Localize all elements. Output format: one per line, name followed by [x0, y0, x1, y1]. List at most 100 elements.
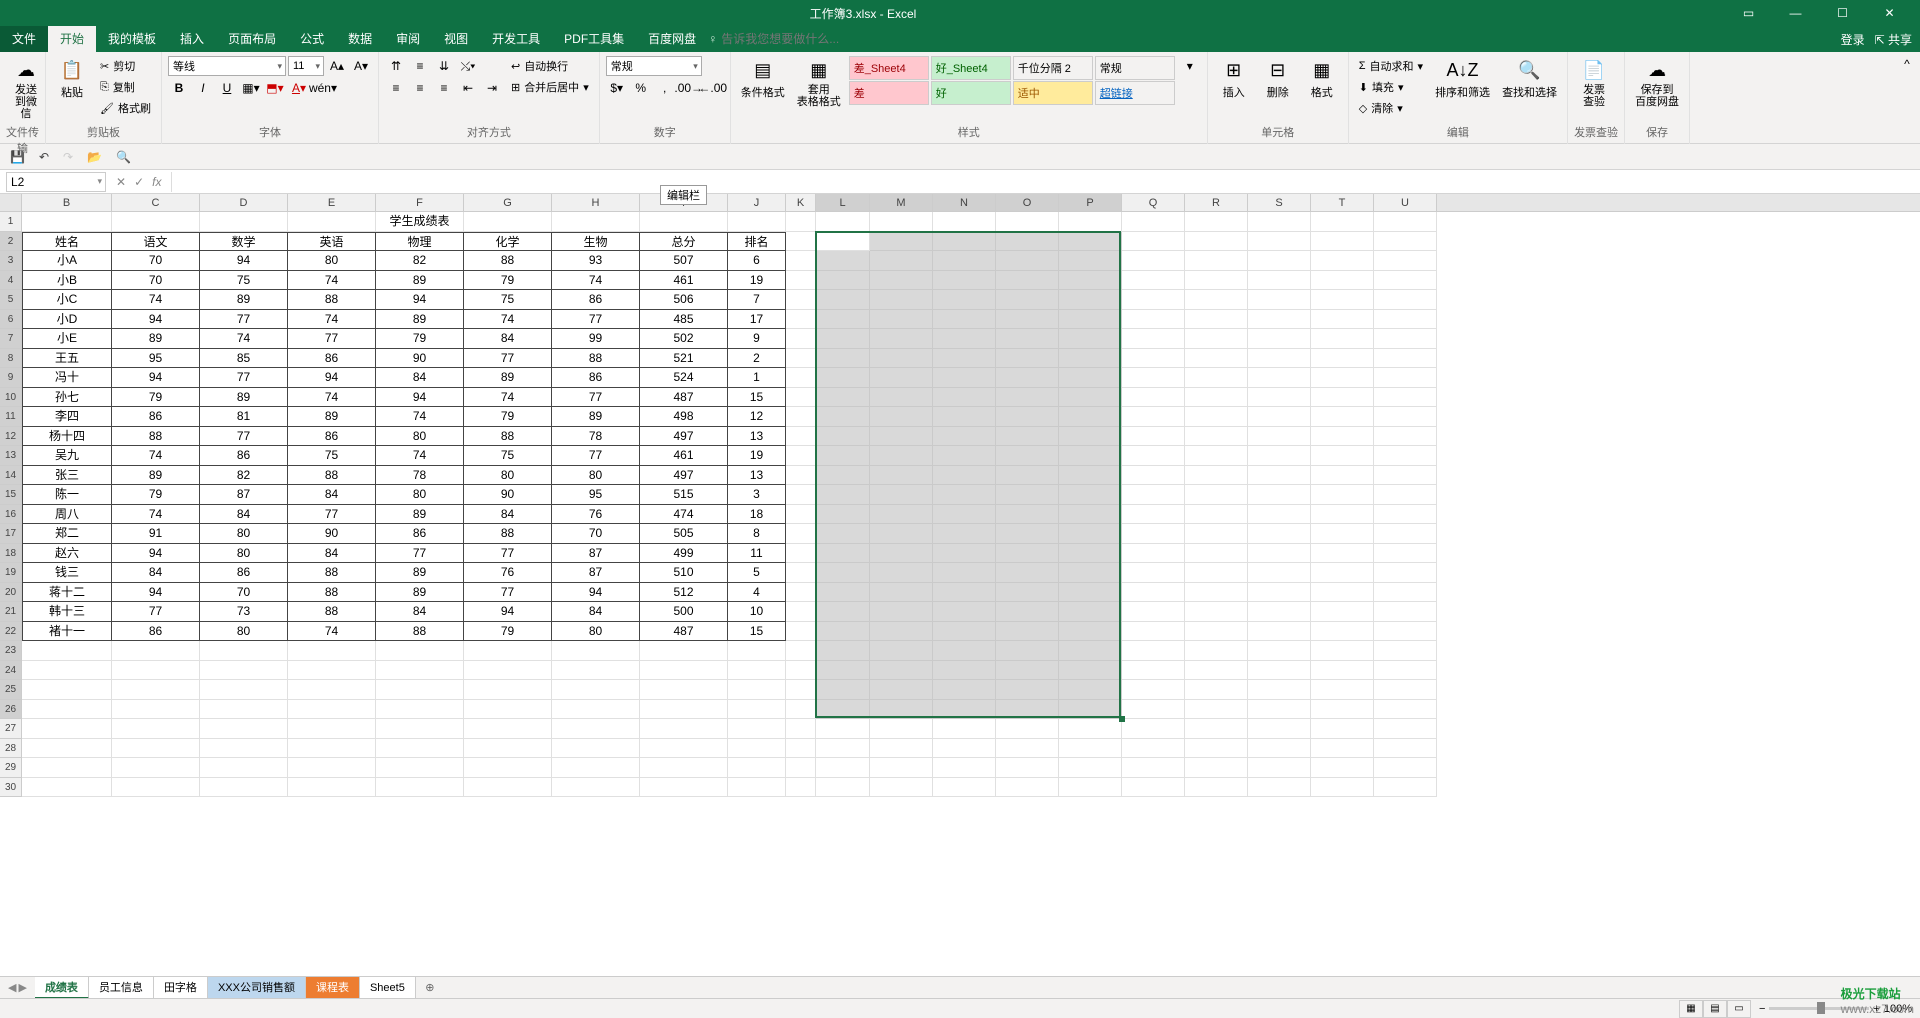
- number-format-combo[interactable]: 常规: [606, 56, 702, 76]
- cell[interactable]: [1248, 680, 1311, 700]
- format-cells-button[interactable]: ▦格式: [1302, 56, 1342, 102]
- cell[interactable]: 86: [200, 446, 288, 466]
- cell[interactable]: [1374, 622, 1437, 642]
- cell[interactable]: 79: [376, 329, 464, 349]
- cell[interactable]: 77: [552, 310, 640, 330]
- cell[interactable]: 88: [288, 466, 376, 486]
- row-header-30[interactable]: 30: [0, 778, 22, 798]
- tab-layout[interactable]: 页面布局: [216, 26, 288, 52]
- find-select-button[interactable]: 🔍查找和选择: [1498, 56, 1561, 102]
- cell[interactable]: [1311, 719, 1374, 739]
- cell[interactable]: [933, 271, 996, 291]
- cell[interactable]: [1185, 758, 1248, 778]
- format-painter-button[interactable]: 🖌格式刷: [96, 98, 155, 118]
- redo-button[interactable]: ↷: [63, 150, 73, 164]
- cell[interactable]: [816, 329, 870, 349]
- cell[interactable]: 94: [464, 602, 552, 622]
- cell[interactable]: [1059, 349, 1122, 369]
- cell[interactable]: 89: [376, 271, 464, 291]
- cell[interactable]: [1122, 739, 1185, 759]
- cell[interactable]: [996, 349, 1059, 369]
- style-normal[interactable]: 常规: [1095, 56, 1175, 80]
- cell[interactable]: [1248, 232, 1311, 252]
- cell[interactable]: [376, 778, 464, 798]
- cell[interactable]: [996, 310, 1059, 330]
- cell[interactable]: [288, 661, 376, 681]
- cell[interactable]: [1311, 349, 1374, 369]
- cell[interactable]: [786, 232, 816, 252]
- cell[interactable]: [1374, 271, 1437, 291]
- cell[interactable]: [1311, 758, 1374, 778]
- normal-view-button[interactable]: ▦: [1679, 1000, 1703, 1018]
- select-all-corner[interactable]: [0, 194, 22, 211]
- cell[interactable]: [870, 212, 933, 232]
- cell[interactable]: 韩十三: [22, 602, 112, 622]
- cell[interactable]: [288, 719, 376, 739]
- cell[interactable]: [22, 680, 112, 700]
- cell[interactable]: [464, 758, 552, 778]
- cell[interactable]: [112, 680, 200, 700]
- ribbon-options-icon[interactable]: ▭: [1726, 0, 1771, 26]
- cell[interactable]: [200, 758, 288, 778]
- row-header-18[interactable]: 18: [0, 544, 22, 564]
- tab-review[interactable]: 审阅: [384, 26, 432, 52]
- cell[interactable]: 70: [112, 271, 200, 291]
- cell[interactable]: 74: [376, 446, 464, 466]
- cell[interactable]: 19: [728, 271, 786, 291]
- cell[interactable]: 85: [200, 349, 288, 369]
- cell[interactable]: [1185, 349, 1248, 369]
- cell[interactable]: 82: [376, 251, 464, 271]
- row-header-2[interactable]: 2: [0, 232, 22, 252]
- cell[interactable]: 80: [376, 485, 464, 505]
- cell[interactable]: 521: [640, 349, 728, 369]
- cell[interactable]: 79: [464, 407, 552, 427]
- grow-font-button[interactable]: A▴: [326, 56, 348, 76]
- col-header-H[interactable]: H: [552, 194, 640, 211]
- cell[interactable]: [1122, 505, 1185, 525]
- cell[interactable]: [1311, 290, 1374, 310]
- cell[interactable]: 99: [552, 329, 640, 349]
- cell[interactable]: [1248, 349, 1311, 369]
- sheet-tab-3[interactable]: 田字格: [154, 977, 208, 999]
- cell[interactable]: [1374, 368, 1437, 388]
- cell[interactable]: 70: [112, 251, 200, 271]
- fill-button[interactable]: ⬇填充▾: [1355, 77, 1427, 97]
- cell[interactable]: [288, 641, 376, 661]
- cell[interactable]: [1374, 505, 1437, 525]
- cell[interactable]: 84: [552, 602, 640, 622]
- insert-cells-button[interactable]: ⊞插入: [1214, 56, 1254, 102]
- cell[interactable]: [728, 212, 786, 232]
- cell[interactable]: 吴九: [22, 446, 112, 466]
- cell[interactable]: 86: [552, 368, 640, 388]
- cell[interactable]: [786, 641, 816, 661]
- indent-inc-button[interactable]: ⇥: [481, 78, 503, 98]
- cell[interactable]: [870, 329, 933, 349]
- cell[interactable]: 姓名: [22, 232, 112, 252]
- cell[interactable]: 排名: [728, 232, 786, 252]
- cell[interactable]: 77: [288, 505, 376, 525]
- cell[interactable]: 陈一: [22, 485, 112, 505]
- cell[interactable]: [1311, 622, 1374, 642]
- cell[interactable]: [728, 700, 786, 720]
- cell[interactable]: [1185, 622, 1248, 642]
- cell[interactable]: [933, 232, 996, 252]
- cell[interactable]: 孙七: [22, 388, 112, 408]
- cell[interactable]: 76: [552, 505, 640, 525]
- cell[interactable]: 89: [376, 505, 464, 525]
- cell[interactable]: [1374, 758, 1437, 778]
- cell[interactable]: 学生成绩表: [376, 212, 464, 232]
- bold-button[interactable]: B: [168, 78, 190, 98]
- cell[interactable]: [552, 758, 640, 778]
- cell[interactable]: 李四: [22, 407, 112, 427]
- cell[interactable]: 88: [288, 583, 376, 603]
- cell[interactable]: [786, 251, 816, 271]
- sort-filter-button[interactable]: A↓Z排序和筛选: [1431, 56, 1494, 102]
- cell[interactable]: [1059, 290, 1122, 310]
- cell[interactable]: 9: [728, 329, 786, 349]
- cell[interactable]: 77: [464, 349, 552, 369]
- cell[interactable]: 502: [640, 329, 728, 349]
- tab-template[interactable]: 我的模板: [96, 26, 168, 52]
- col-header-M[interactable]: M: [870, 194, 933, 211]
- cell[interactable]: 75: [464, 446, 552, 466]
- col-header-B[interactable]: B: [22, 194, 112, 211]
